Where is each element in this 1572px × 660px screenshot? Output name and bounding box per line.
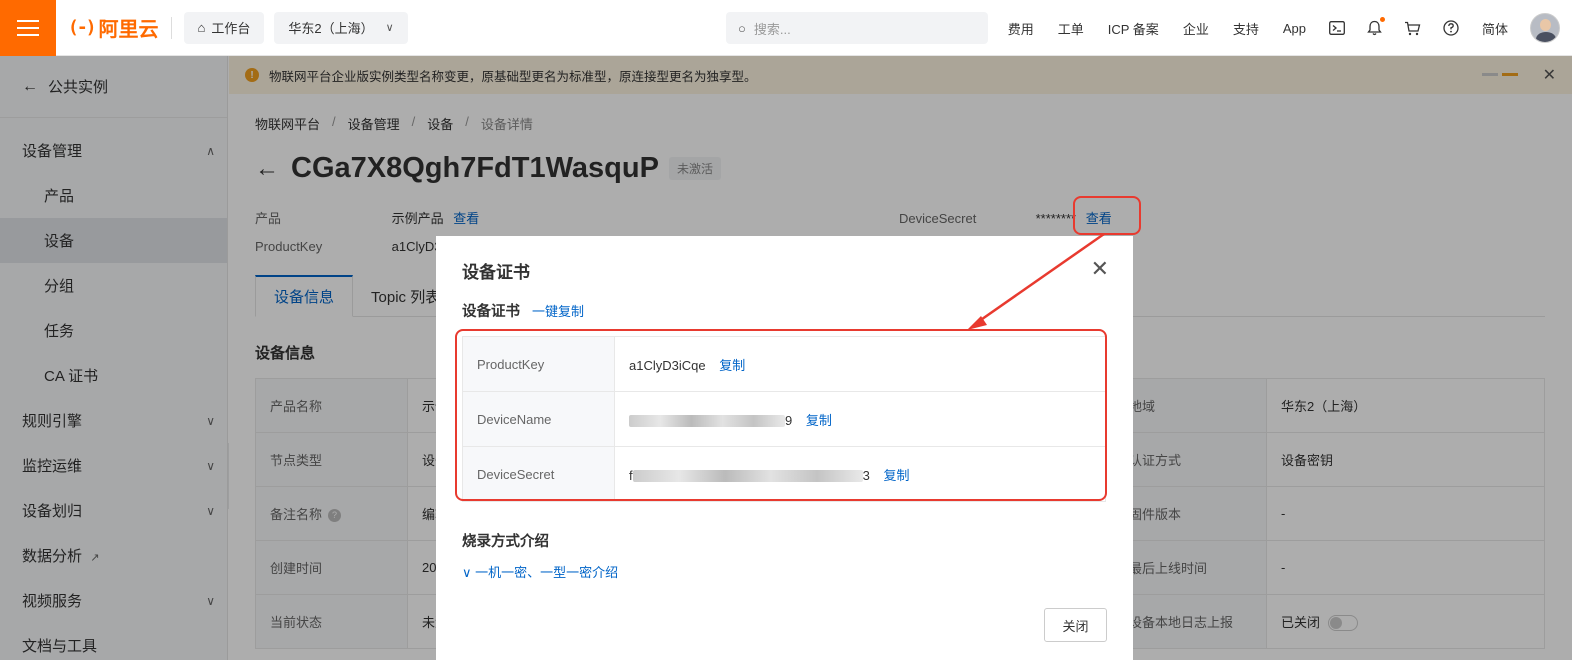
cert-heading-label: 设备证书 xyxy=(462,304,520,320)
nav-right: 费用 工单 ICP 备案 企业 支持 App 简体 xyxy=(996,0,1572,56)
chevron-down-icon: ∨ xyxy=(385,22,394,34)
copy-productkey-button[interactable]: 复制 xyxy=(719,358,745,373)
copy-devicesecret-button[interactable]: 复制 xyxy=(883,468,909,483)
top-navbar: (-) 阿里云 ⌂ 工作台 华东2（上海） ∨ ○ 搜索... 费用 工单 IC… xyxy=(0,0,1572,56)
search-icon: ○ xyxy=(738,20,746,36)
cert-value-cell: a1ClyD3iCqe 复制 xyxy=(614,336,1106,392)
search-input[interactable]: ○ 搜索... xyxy=(726,12,988,44)
notification-dot xyxy=(1379,17,1385,22)
region-selector[interactable]: 华东2（上海） ∨ xyxy=(274,11,408,44)
terminal-icon[interactable] xyxy=(1328,19,1346,37)
cart-icon[interactable] xyxy=(1404,19,1422,37)
copy-all-link[interactable]: 一键复制 xyxy=(532,304,584,319)
copy-devicename-button[interactable]: 复制 xyxy=(806,413,832,428)
table-row: DeviceSecret f3 复制 xyxy=(462,446,1106,502)
nav-support[interactable]: 支持 xyxy=(1233,19,1259,38)
home-icon: ⌂ xyxy=(197,20,206,35)
productkey-value: a1ClyD3iCqe xyxy=(629,357,706,373)
chevron-down-icon: ∨ xyxy=(462,565,472,580)
language-switch[interactable]: 简体 xyxy=(1482,19,1508,38)
search-placeholder: 搜索... xyxy=(753,21,791,37)
close-button[interactable]: 关闭 xyxy=(1044,608,1107,642)
workbench-label: 工作台 xyxy=(211,21,251,36)
close-icon[interactable]: ✕ xyxy=(1091,256,1109,282)
cert-key: ProductKey xyxy=(462,336,615,392)
divider xyxy=(170,16,172,39)
logo-text: 阿里云 xyxy=(98,19,159,41)
cert-value-cell: f3 复制 xyxy=(614,446,1106,502)
cert-table: ProductKey a1ClyD3iCqe 复制 DeviceName 9 复… xyxy=(462,336,1106,502)
logo-mark: (-) xyxy=(68,17,96,38)
bell-icon[interactable] xyxy=(1366,17,1385,37)
table-row: DeviceName 9 复制 xyxy=(462,391,1106,447)
burn-method-link-label: 一机一密、一型一密介绍 xyxy=(475,565,619,580)
hamburger-menu-icon[interactable] xyxy=(0,0,56,56)
cert-value-cell: 9 复制 xyxy=(614,391,1106,447)
nav-fees[interactable]: 费用 xyxy=(1008,19,1034,38)
burn-method-title: 烧录方式介绍 xyxy=(462,534,549,550)
modal-title: 设备证书 xyxy=(462,263,530,282)
cert-key: DeviceSecret xyxy=(462,446,615,502)
avatar[interactable] xyxy=(1530,13,1560,43)
table-row: ProductKey a1ClyD3iCqe 复制 xyxy=(462,336,1106,392)
devicesecret-tail: 3 xyxy=(862,467,870,483)
devicesecret-blurred xyxy=(632,470,863,483)
cert-key: DeviceName xyxy=(462,391,615,447)
nav-tickets[interactable]: 工单 xyxy=(1058,19,1084,38)
burn-method-link[interactable]: ∨ 一机一密、一型一密介绍 xyxy=(462,562,618,581)
cert-heading: 设备证书 一键复制 xyxy=(462,300,584,321)
region-label: 华东2（上海） xyxy=(288,21,374,36)
help-icon[interactable] xyxy=(1442,19,1460,37)
nav-icp[interactable]: ICP 备案 xyxy=(1108,19,1159,38)
devicename-tail: 9 xyxy=(785,412,793,428)
workbench-button[interactable]: ⌂ 工作台 xyxy=(183,11,265,44)
devicename-blurred xyxy=(629,415,785,428)
device-cert-modal: 设备证书 ✕ 设备证书 一键复制 ProductKey a1ClyD3iCqe … xyxy=(436,236,1133,660)
nav-app[interactable]: App xyxy=(1283,21,1306,36)
nav-enterprise[interactable]: 企业 xyxy=(1183,19,1209,38)
aliyun-logo[interactable]: (-) 阿里云 xyxy=(68,13,159,42)
